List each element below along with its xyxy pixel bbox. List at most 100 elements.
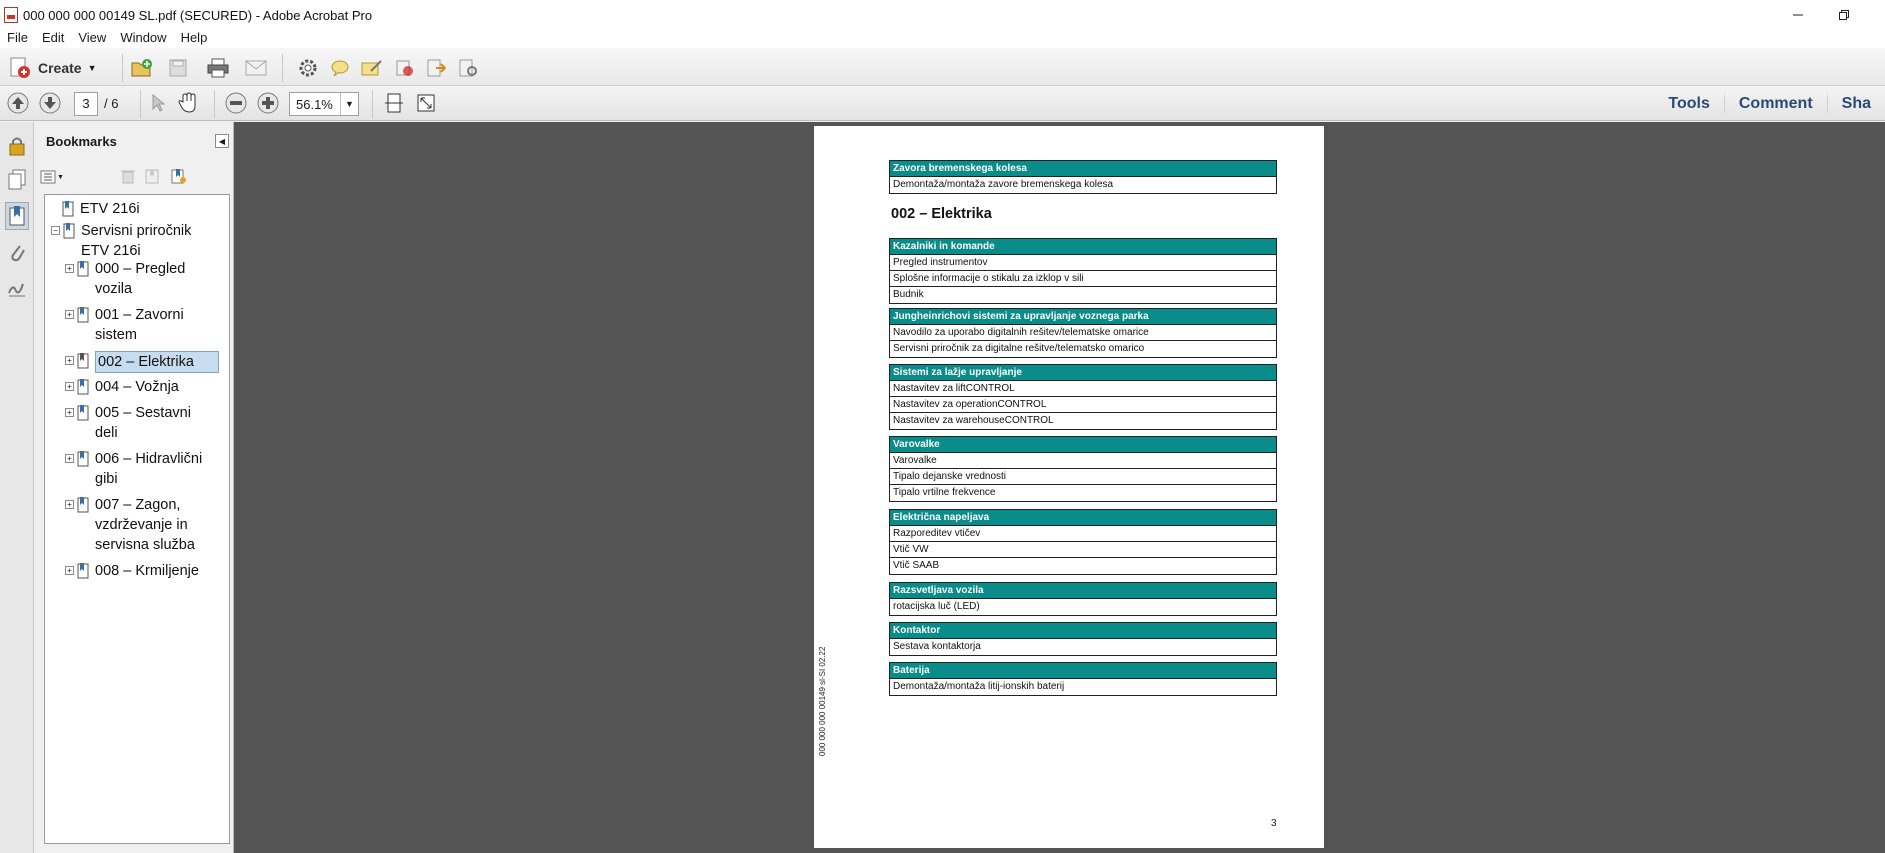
- bookmark-label: 002 – Elektrika: [95, 351, 219, 373]
- block-row: Tipalo vrtilne frekvence: [893, 487, 996, 498]
- block-row: Demontaža/montaža litij-ionskih baterij: [893, 681, 1065, 692]
- comment-button[interactable]: [328, 56, 352, 80]
- expand-toggle-icon[interactable]: +: [65, 500, 74, 509]
- stamp-button[interactable]: [392, 56, 416, 80]
- block-row: Nastavitev za warehouseCONTROL: [893, 415, 1054, 426]
- paperclip-icon[interactable]: [5, 238, 29, 266]
- bookmark-item[interactable]: + 000 – Pregled vozila: [65, 259, 225, 299]
- bookmark-options-button[interactable]: ▼: [40, 168, 64, 186]
- hand-tool-button[interactable]: [176, 91, 200, 115]
- plus-circle-icon: [257, 92, 279, 114]
- menu-edit[interactable]: Edit: [35, 30, 71, 45]
- select-tool-button[interactable]: [146, 91, 170, 115]
- menu-view[interactable]: View: [71, 30, 113, 45]
- list-options-icon: [40, 170, 56, 184]
- full-screen-button[interactable]: [414, 91, 438, 115]
- save-button[interactable]: [166, 56, 190, 80]
- fit-page-button[interactable]: [382, 91, 406, 115]
- bookmarks-panel: Bookmarks ◀ ▼ ETV 216i − Servisni priroč…: [34, 122, 234, 853]
- export-button[interactable]: [424, 56, 448, 80]
- print-button[interactable]: [206, 56, 230, 80]
- page-thumbnails-icon[interactable]: [5, 166, 29, 194]
- export-icon: [427, 59, 446, 77]
- block-header: Zavora bremenskega kolesa: [890, 161, 1276, 177]
- bookmark-label: 005 – Sestavni deli: [95, 405, 191, 441]
- main-toolbar: Create ▼: [0, 48, 1885, 86]
- menu-file[interactable]: File: [0, 30, 35, 45]
- content-block: Baterija Demontaža/montaža litij-ionskih…: [889, 662, 1277, 696]
- signature-icon[interactable]: [5, 274, 29, 302]
- block-row: Vtič VW: [890, 542, 1276, 558]
- document-code: 000 000 000 00149 sl-SI 02.22: [818, 646, 827, 756]
- minimize-button[interactable]: [1775, 3, 1821, 27]
- block-row: Budnik: [893, 289, 924, 300]
- email-button[interactable]: [244, 56, 268, 80]
- block-row: rotacijska luč (LED): [893, 601, 980, 612]
- comment-link[interactable]: Comment: [1723, 94, 1827, 113]
- page-number-input[interactable]: 3: [74, 92, 98, 116]
- menu-help[interactable]: Help: [174, 30, 215, 45]
- bookmark-icon: [77, 563, 89, 579]
- share-link[interactable]: Sha: [1826, 94, 1885, 113]
- acrobat-window: { "window": { "title": "000 000 000 0014…: [0, 0, 1885, 853]
- bookmark-item-selected[interactable]: + 002 – Elektrika: [65, 351, 225, 373]
- bookmark-item[interactable]: + 008 – Krmiljenje: [65, 561, 225, 581]
- expand-bookmark-button[interactable]: [170, 168, 186, 187]
- bookmark-label: 004 – Vožnja: [95, 379, 179, 395]
- pdf-file-icon: [4, 7, 18, 23]
- block-header: Baterija: [890, 663, 1276, 679]
- new-bookmark-button[interactable]: [144, 168, 160, 187]
- expand-toggle-icon[interactable]: +: [65, 454, 74, 463]
- zoom-in-button[interactable]: [256, 91, 280, 115]
- expand-icon: [417, 94, 435, 112]
- delete-bookmark-button[interactable]: [120, 168, 136, 187]
- review-button[interactable]: [456, 56, 480, 80]
- bookmark-label: 001 – Zavorni sistem: [95, 307, 184, 343]
- tools-link[interactable]: Tools: [1654, 95, 1723, 113]
- bookmark-item[interactable]: − Servisni priročnik ETV 216i: [51, 221, 225, 261]
- block-header: Kontaktor: [890, 623, 1276, 639]
- expand-toggle-icon[interactable]: +: [65, 264, 74, 273]
- bookmarks-panel-icon[interactable]: [5, 202, 29, 230]
- create-pdf-icon: [10, 57, 30, 78]
- bookmark-icon: [63, 223, 75, 239]
- bookmark-item[interactable]: + 005 – Sestavni deli: [65, 403, 225, 443]
- security-lock-icon[interactable]: [5, 132, 29, 160]
- open-folder-button[interactable]: [130, 56, 154, 80]
- zoom-level-select[interactable]: 56.1% ▼: [289, 92, 359, 116]
- expand-toggle-icon[interactable]: +: [65, 408, 74, 417]
- folder-icon: [131, 59, 152, 77]
- chevron-down-icon[interactable]: ▼: [340, 93, 358, 115]
- next-page-button[interactable]: [38, 91, 62, 115]
- page-count: / 6: [104, 96, 119, 111]
- expand-toggle-icon[interactable]: +: [65, 310, 74, 319]
- bookmark-item[interactable]: + 006 – Hidravlični gibi: [65, 449, 225, 489]
- content-block: Kontaktor Sestava kontaktorja: [889, 622, 1277, 656]
- expand-toggle-icon[interactable]: +: [65, 382, 74, 391]
- bookmark-label: 007 – Zagon, vzdrževanje in servisna slu…: [95, 497, 195, 553]
- create-button[interactable]: Create ▼: [8, 56, 97, 80]
- bookmark-item[interactable]: + 004 – Vožnja: [65, 377, 225, 397]
- content-block: Jungheinrichovi sistemi za upravljanje v…: [889, 308, 1277, 358]
- bookmark-item[interactable]: ETV 216i: [62, 199, 140, 219]
- arrow-down-circle-icon: [39, 92, 61, 114]
- bookmark-icon: [77, 405, 89, 421]
- document-view[interactable]: Zavora bremenskega kolesa Demontaža/mont…: [234, 122, 1885, 853]
- collapse-panel-button[interactable]: ◀: [215, 134, 229, 148]
- expand-toggle-icon[interactable]: +: [65, 356, 74, 365]
- bookmark-label: 000 – Pregled vozila: [95, 261, 186, 297]
- collapse-toggle-icon[interactable]: −: [51, 226, 60, 235]
- zoom-out-button[interactable]: [224, 91, 248, 115]
- settings-button[interactable]: [296, 56, 320, 80]
- trash-icon: [121, 170, 135, 184]
- bookmark-item[interactable]: + 007 – Zagon, vzdrževanje in servisna s…: [65, 495, 225, 555]
- edit-text-button[interactable]: [360, 56, 384, 80]
- restore-button[interactable]: [1821, 3, 1867, 27]
- gear-icon: [299, 59, 317, 77]
- pdf-page: Zavora bremenskega kolesa Demontaža/mont…: [814, 126, 1324, 848]
- menu-window[interactable]: Window: [113, 30, 173, 45]
- create-label: Create: [38, 60, 82, 76]
- previous-page-button[interactable]: [6, 91, 30, 115]
- expand-toggle-icon[interactable]: +: [65, 566, 74, 575]
- bookmark-item[interactable]: + 001 – Zavorni sistem: [65, 305, 225, 345]
